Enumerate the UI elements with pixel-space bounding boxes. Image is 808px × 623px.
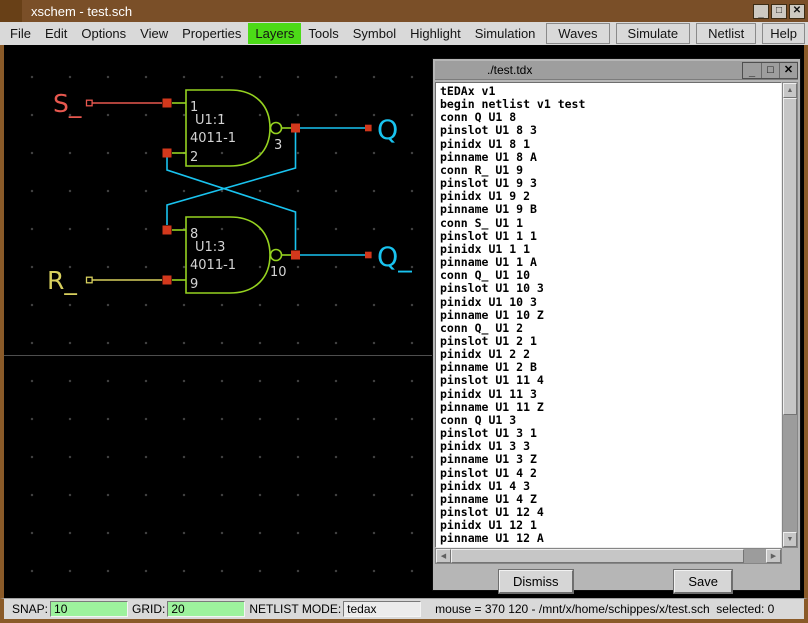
snap-input[interactable]	[50, 601, 129, 617]
pin-number-9: 9	[190, 277, 198, 292]
gate-type-top: 4011-1	[190, 131, 236, 146]
netlist-text-area[interactable]: tEDAx v1 begin netlist v1 test conn Q U1…	[435, 82, 782, 549]
scroll-left-icon[interactable]: ◀	[436, 549, 451, 564]
inverter-bubble-bottom	[269, 248, 283, 262]
window-titlebar: xschem - test.sch _ □ ✕	[0, 0, 808, 22]
menubar: File Edit Options View Properties Layers…	[0, 22, 808, 45]
horizontal-scrollbar[interactable]: ◀ ▶	[435, 548, 782, 565]
net-label-set[interactable]: S_	[53, 89, 82, 118]
net-label-reset[interactable]: R_	[47, 266, 77, 295]
menu-layers[interactable]: Layers	[248, 23, 302, 44]
minimize-button[interactable]: _	[753, 3, 769, 19]
close-icon: ✕	[783, 63, 794, 76]
dialog-title: ./test.tdx	[487, 63, 533, 77]
gate-ref-top: U1:1	[195, 113, 225, 128]
pin-number-10: 10	[270, 265, 287, 280]
dialog-close-button[interactable]: ✕	[779, 62, 797, 78]
snap-label: SNAP:	[12, 602, 49, 616]
close-icon: ✕	[792, 5, 802, 16]
menu-simulation[interactable]: Simulation	[468, 23, 543, 44]
window-title: xschem - test.sch	[31, 3, 133, 19]
window-bottom-border	[0, 619, 808, 623]
vertical-scrollbar[interactable]: ▲ ▼	[782, 82, 798, 549]
statusbar: SNAP: GRID: NETLIST MODE: mouse = 370 12…	[0, 598, 808, 619]
scroll-up-icon[interactable]: ▲	[783, 83, 797, 98]
inverter-bubble-top	[269, 121, 283, 135]
menu-view[interactable]: View	[133, 23, 175, 44]
mouse-status-text: mouse = 370 120 - /mnt/x/home/schippes/x…	[435, 602, 775, 616]
close-button[interactable]: ✕	[789, 3, 805, 19]
waves-button[interactable]: Waves	[546, 23, 610, 44]
simulate-button[interactable]: Simulate	[615, 23, 691, 44]
pin-number-3: 3	[274, 138, 282, 153]
wire-set-input[interactable]	[85, 99, 163, 107]
gate-type-bottom: 4011-1	[190, 258, 236, 273]
wire-endpoint-square	[85, 99, 93, 107]
netlist-mode-input[interactable]	[343, 601, 422, 617]
netlist-dialog: ./test.tdx _ □ ✕ tEDAx v1 begin netlist …	[432, 58, 801, 594]
minimize-icon: _	[758, 8, 764, 19]
wire-reset-input[interactable]	[85, 276, 163, 284]
horizontal-scroll-thumb[interactable]	[451, 549, 744, 564]
grid-label: GRID:	[132, 602, 166, 616]
vertical-scroll-track[interactable]	[783, 98, 797, 532]
wire-endpoint-square	[85, 276, 93, 284]
dialog-titlebar: ./test.tdx _ □ ✕	[435, 61, 798, 80]
menu-options[interactable]: Options	[74, 23, 133, 44]
scrollbar-corner	[782, 548, 798, 565]
menu-properties[interactable]: Properties	[175, 23, 248, 44]
gate-ref-bottom: U1:3	[195, 240, 225, 255]
horizontal-scroll-track[interactable]	[451, 549, 766, 564]
maximize-button[interactable]: □	[771, 3, 787, 19]
netlist-mode-label: NETLIST MODE:	[249, 602, 342, 616]
scroll-right-icon[interactable]: ▶	[766, 549, 781, 564]
xschem-window: xschem - test.sch _ □ ✕ File Edit Option…	[0, 0, 808, 623]
grid-input[interactable]	[167, 601, 246, 617]
main-area: 1 U1:1 4011-1 2 3 8 U1:3 4011-1 9 10 S_ …	[0, 45, 808, 598]
net-label-q[interactable]: Q	[377, 115, 398, 146]
menu-tools[interactable]: Tools	[301, 23, 345, 44]
pin-connection-squares	[162, 98, 372, 285]
menu-highlight[interactable]: Highlight	[403, 23, 468, 44]
maximize-icon: □	[775, 5, 783, 16]
pin-number-2: 2	[190, 150, 198, 165]
menu-file[interactable]: File	[3, 23, 38, 44]
minimize-icon: _	[748, 65, 756, 78]
nand-gate-bottom[interactable]: 8 U1:3 4011-1 9 10	[172, 216, 291, 294]
help-button[interactable]: Help	[762, 23, 805, 44]
window-menu-button[interactable]	[0, 0, 22, 22]
netlist-button[interactable]: Netlist	[696, 23, 757, 44]
dismiss-button[interactable]: Dismiss	[498, 568, 574, 594]
scroll-down-icon[interactable]: ▼	[783, 532, 797, 548]
dialog-maximize-button[interactable]: □	[761, 62, 779, 78]
vertical-scroll-thumb[interactable]	[783, 98, 797, 416]
menu-symbol[interactable]: Symbol	[346, 23, 403, 44]
net-label-qnot[interactable]: Q_	[377, 242, 412, 273]
dialog-minimize-button[interactable]: _	[743, 62, 761, 78]
nand-gate-top[interactable]: 1 U1:1 4011-1 2 3	[172, 89, 291, 167]
save-button[interactable]: Save	[673, 568, 733, 594]
menu-edit[interactable]: Edit	[38, 23, 74, 44]
maximize-icon: □	[767, 63, 774, 76]
